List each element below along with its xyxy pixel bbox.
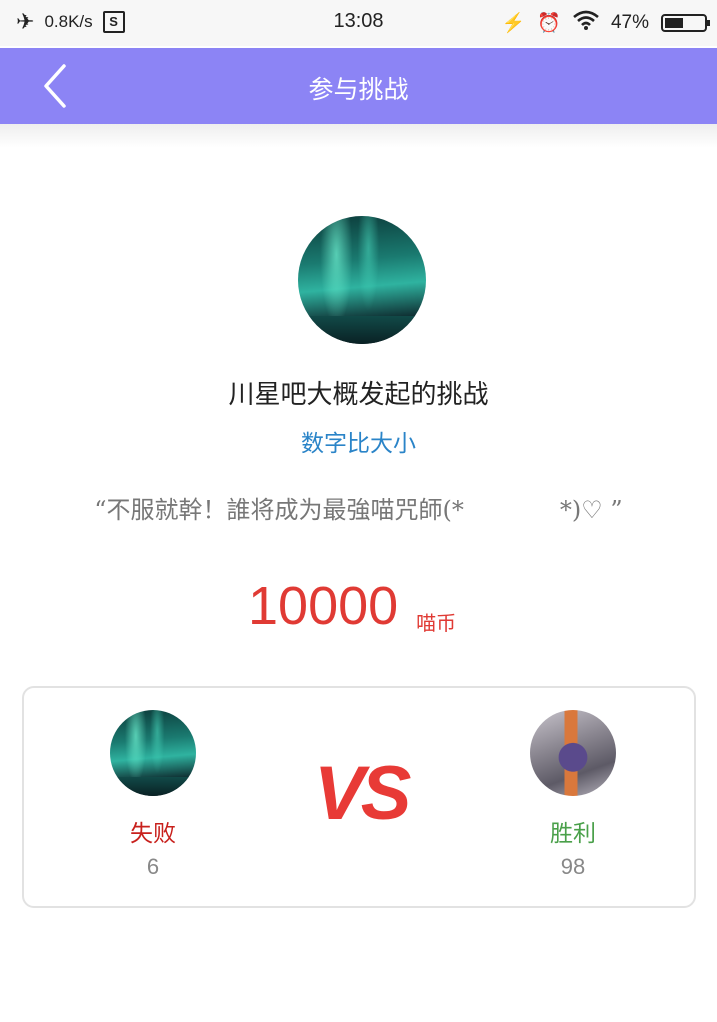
winner-score: 98 — [560, 854, 586, 879]
reward: 10000 喵币 — [248, 574, 456, 638]
reward-unit: 喵币 — [416, 611, 457, 635]
battery-icon — [661, 14, 710, 32]
challenger-avatar — [298, 216, 426, 344]
charging-icon: ⚡ — [501, 13, 526, 34]
challenge-quote: “不服就幹！誰将成为最強喵咒師(* *)♡ ” — [94, 496, 623, 524]
wifi-icon — [573, 10, 599, 36]
nav-bar: 参与挑战 — [0, 48, 717, 124]
loser-avatar — [110, 710, 196, 796]
battery-level-fill — [665, 18, 683, 28]
battery-percent: 47% — [610, 12, 649, 33]
challenge-title: 川星吧大概发起的挑战 — [228, 380, 489, 410]
page-title: 参与挑战 — [308, 75, 409, 104]
loser-score: 6 — [146, 854, 160, 879]
reward-amount: 10000 — [248, 576, 399, 636]
winner-avatar — [530, 710, 616, 796]
winner-result-label: 胜利 — [550, 821, 596, 847]
status-bar: ✈ 0.8K/s S 13:08 ⚡ ⏰ 47% — [0, 0, 717, 46]
loser-result-label: 失败 — [130, 821, 176, 847]
vs-label: VS — [314, 751, 411, 836]
header-shadow — [0, 124, 717, 148]
game-type: 数字比大小 — [301, 431, 416, 457]
status-right: ⚡ ⏰ 47% — [501, 10, 710, 36]
result-card: VS 失败 6 胜利 98 — [22, 686, 696, 908]
alarm-icon: ⏰ — [537, 13, 561, 34]
